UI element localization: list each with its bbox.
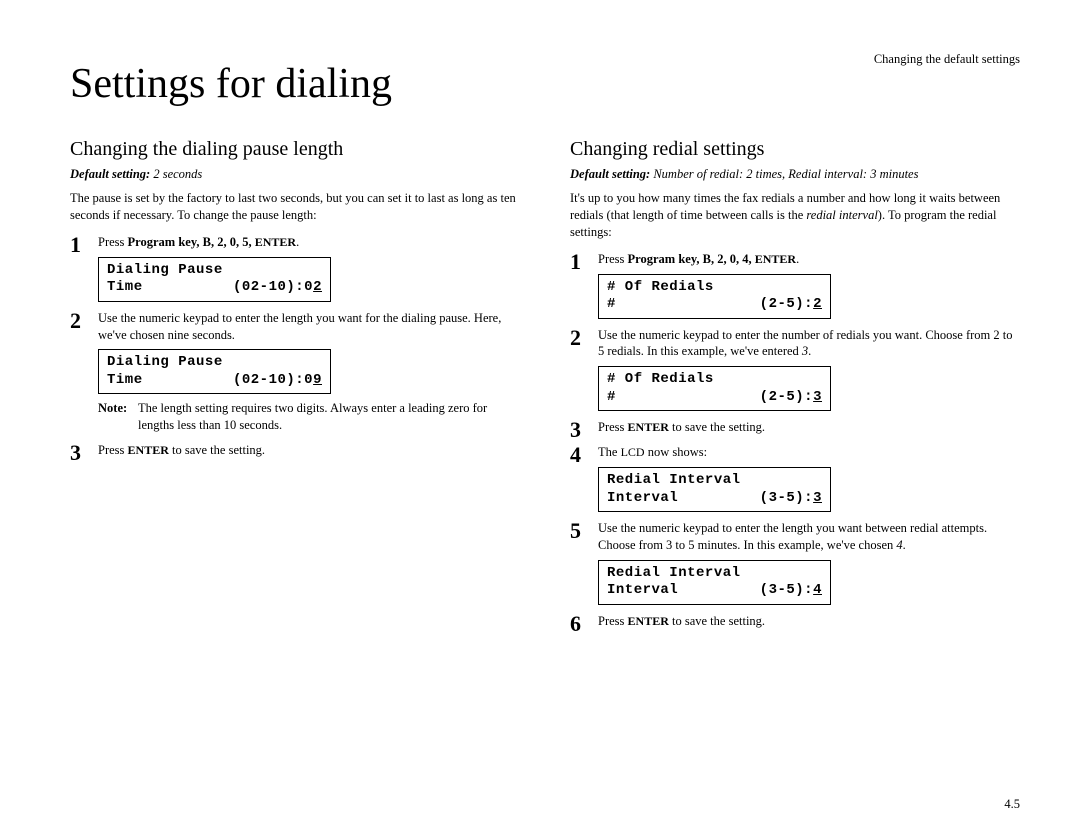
lcd-field-label: # <box>607 296 616 314</box>
lcd-display-6: Redial Interval Interval (3-5):4 <box>598 560 831 605</box>
lcd-line2: Time (02-10):09 <box>107 372 322 390</box>
lcd-cursor-value: 3 <box>813 490 822 506</box>
lcd-line1: # Of Redials <box>607 371 822 389</box>
lcd-field-label: Time <box>107 372 143 390</box>
left-step-2: Use the numeric keypad to enter the leng… <box>70 310 520 435</box>
lcd-cursor-value: 4 <box>813 582 822 598</box>
lcd-range: (2-5): <box>760 389 813 405</box>
lcd-line1: Redial Interval <box>607 472 822 490</box>
right-step-3: Press ENTER to save the setting. <box>570 419 1020 436</box>
lcd-line2: # (2-5):2 <box>607 296 822 314</box>
lcd-line2: Interval (3-5):4 <box>607 582 822 600</box>
lcd-field-label: # <box>607 389 616 407</box>
step-text-b: . <box>808 344 811 358</box>
right-column: Changing redial settings Default setting… <box>570 138 1020 638</box>
left-step-1: Press Program key, B, 2, 0, 5, ENTER. Di… <box>70 234 520 302</box>
period: . <box>796 252 799 266</box>
left-column: Changing the dialing pause length Defaul… <box>70 138 520 638</box>
left-step-3: Press ENTER to save the setting. <box>70 442 520 459</box>
left-default-setting: Default setting: 2 seconds <box>70 167 520 182</box>
right-step-5: Use the numeric keypad to enter the leng… <box>570 520 1020 605</box>
lcd-abbrev: LCD <box>621 445 645 459</box>
right-step-1: Press Program key, B, 2, 0, 4, ENTER. # … <box>570 251 1020 319</box>
right-intro-text: It's up to you how many times the fax re… <box>570 190 1020 241</box>
lcd-line2: Time (02-10):02 <box>107 279 322 297</box>
key-sequence: Program key, B, 2, 0, 4, <box>628 252 755 266</box>
right-default-setting: Default setting: Number of redial: 2 tim… <box>570 167 1020 182</box>
lcd-field-label: Interval <box>607 490 678 508</box>
press-label: Press <box>98 443 128 457</box>
left-steps-list: Press Program key, B, 2, 0, 5, ENTER. Di… <box>70 234 520 459</box>
step-text-b: now shows: <box>645 445 708 459</box>
press-label: Press <box>598 420 628 434</box>
step-text-a: Use the numeric keypad to enter the leng… <box>598 521 987 552</box>
lcd-cursor-value: 2 <box>313 279 322 295</box>
lcd-display-1: Dialing Pause Time (02-10):02 <box>98 257 331 302</box>
step-text-a: The <box>598 445 621 459</box>
lcd-cursor-value: 3 <box>813 389 822 405</box>
breadcrumb: Changing the default settings <box>874 52 1020 67</box>
right-step-6: Press ENTER to save the setting. <box>570 613 1020 630</box>
default-value: Number of redial: 2 times, Redial interv… <box>653 167 918 181</box>
lcd-line2: # (2-5):3 <box>607 389 822 407</box>
lcd-line1: Dialing Pause <box>107 354 322 372</box>
lcd-display-4: # Of Redials # (2-5):3 <box>598 366 831 411</box>
enter-key: ENTER <box>628 420 669 434</box>
default-label: Default setting: <box>70 167 150 181</box>
page-title: Settings for dialing <box>70 60 1020 108</box>
note-label: Note: <box>98 400 127 417</box>
right-step-4: The LCD now shows: Redial Interval Inter… <box>570 444 1020 512</box>
suffix-text: to save the setting. <box>169 443 265 457</box>
lcd-range: (02-10):0 <box>233 372 313 388</box>
press-label: Press <box>598 252 628 266</box>
lcd-field-label: Time <box>107 279 143 297</box>
note-text: The length setting requires two digits. … <box>138 401 487 432</box>
suffix-text: to save the setting. <box>669 420 765 434</box>
page-number: 4.5 <box>1004 797 1020 812</box>
key-sequence: Program key, B, 2, 0, 5, <box>128 235 255 249</box>
lcd-range: (02-10):0 <box>233 279 313 295</box>
left-section-heading: Changing the dialing pause length <box>70 138 520 161</box>
note-block: Note: The length setting requires two di… <box>98 400 520 434</box>
lcd-line1: # Of Redials <box>607 279 822 297</box>
intro-emphasis: redial interval <box>806 208 877 222</box>
enter-key: ENTER <box>755 252 796 266</box>
lcd-line1: Redial Interval <box>607 565 822 583</box>
suffix-text: to save the setting. <box>669 614 765 628</box>
right-steps-list: Press Program key, B, 2, 0, 4, ENTER. # … <box>570 251 1020 630</box>
enter-key: ENTER <box>628 614 669 628</box>
step-text: Use the numeric keypad to enter the leng… <box>98 311 501 342</box>
lcd-range: (3-5): <box>760 582 813 598</box>
step-text-b: . <box>903 538 906 552</box>
lcd-display-2: Dialing Pause Time (02-10):09 <box>98 349 331 394</box>
lcd-display-3: # Of Redials # (2-5):2 <box>598 274 831 319</box>
press-label: Press <box>598 614 628 628</box>
lcd-display-5: Redial Interval Interval (3-5):3 <box>598 467 831 512</box>
right-step-2: Use the numeric keypad to enter the numb… <box>570 327 1020 412</box>
lcd-line2: Interval (3-5):3 <box>607 490 822 508</box>
right-section-heading: Changing redial settings <box>570 138 1020 161</box>
lcd-range: (3-5): <box>760 490 813 506</box>
content-columns: Changing the dialing pause length Defaul… <box>70 138 1020 638</box>
period: . <box>296 235 299 249</box>
default-value: 2 seconds <box>153 167 202 181</box>
lcd-cursor-value: 2 <box>813 296 822 312</box>
lcd-cursor-value: 9 <box>313 372 322 388</box>
default-label: Default setting: <box>570 167 650 181</box>
lcd-range: (2-5): <box>760 296 813 312</box>
enter-key: ENTER <box>255 235 296 249</box>
left-intro-text: The pause is set by the factory to last … <box>70 190 520 224</box>
press-label: Press <box>98 235 128 249</box>
lcd-field-label: Interval <box>607 582 678 600</box>
enter-key: ENTER <box>128 443 169 457</box>
lcd-line1: Dialing Pause <box>107 262 322 280</box>
